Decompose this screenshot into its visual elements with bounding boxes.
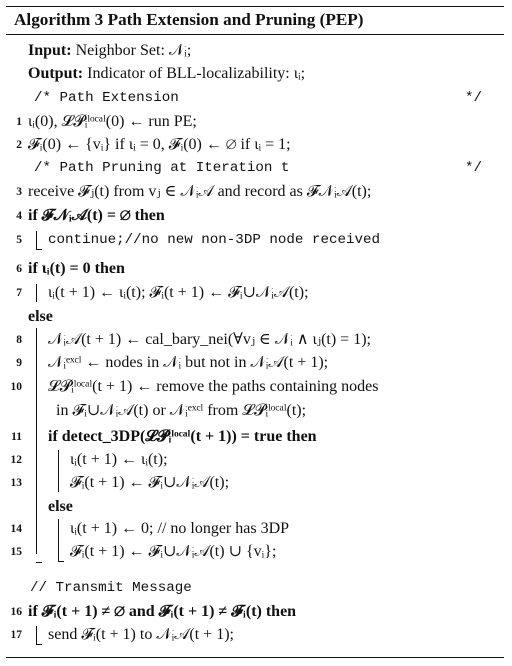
- algo-line-11: if detect_3DP(𝓛𝓟ᵢˡᵒᶜᵃˡ(t + 1)) = true th…: [48, 428, 317, 445]
- line-number: 3: [16, 186, 22, 198]
- algo-else-2: else: [48, 498, 73, 515]
- algo-line-12: ιᵢ(t + 1) ← ιᵢ(t);: [70, 451, 168, 468]
- output-label: Output:: [28, 65, 84, 82]
- output-text: Indicator of BLL-localizability: ιᵢ;: [87, 65, 306, 82]
- block-bar-end: [36, 562, 42, 563]
- block-bar-end: [36, 644, 42, 645]
- block-bar: [58, 450, 59, 492]
- line-number: 5: [16, 234, 22, 246]
- algo-line-9: 𝒩ᵢᵉˣᶜˡ ← nodes in 𝒩ᵢ but not in 𝒩ᵢ𝒜(t + …: [48, 354, 329, 371]
- block-bar: [36, 231, 37, 249]
- comment-close-2: */: [464, 160, 482, 176]
- line-number: 11: [11, 431, 22, 443]
- comment-transmit: // Transmit Message: [30, 580, 192, 596]
- algo-line-15: 𝓕ᵢ(t + 1) ← 𝓕ᵢ∪𝒩ᵢ𝒜(t) ∪ {vᵢ};: [70, 543, 277, 560]
- line-number: 7: [16, 287, 22, 299]
- line-number: 2: [16, 139, 22, 151]
- line-number: 10: [10, 381, 23, 393]
- algo-line-4: if 𝓕𝒩ᵢ𝒜(t) = ∅ then: [28, 207, 165, 224]
- comment-path-pruning: /* Path Pruning at Iteration t: [34, 160, 290, 176]
- input-text: Neighbor Set: 𝒩ᵢ;: [75, 42, 192, 59]
- block-bar-end: [36, 249, 42, 250]
- line-number: 4: [16, 210, 22, 222]
- algo-line-17: send 𝓕ᵢ(t + 1) to 𝒩ᵢ𝒜(t + 1);: [48, 626, 234, 643]
- input-label: Input:: [28, 42, 72, 59]
- line-number: 13: [10, 477, 23, 489]
- line-number: 1: [16, 116, 22, 128]
- algo-line-10-cont: in 𝓕ᵢ∪𝒩ᵢ𝒜(t) or 𝒩ᵢᵉˣᶜˡ from 𝓛𝓟ᵢˡᵒᶜᵃˡ(t);: [56, 402, 307, 419]
- line-number: 17: [10, 629, 23, 641]
- block-bar: [36, 284, 37, 302]
- line-number: 14: [10, 523, 23, 535]
- output-line: Output: Indicator of BLL-localizability:…: [28, 63, 305, 85]
- input-line: Input: Neighbor Set: 𝒩ᵢ;: [28, 40, 191, 62]
- comment-path-extension: /* Path Extension: [34, 90, 179, 106]
- block-bar: [58, 519, 59, 561]
- line-number: 12: [10, 454, 23, 466]
- algo-line-13: 𝓕ᵢ(t + 1) ← 𝓕ᵢ∪𝒩ᵢ𝒜(t);: [70, 474, 230, 491]
- algo-line-2: 𝓕ᵢ(0) ← {vᵢ} if ιᵢ = 0, 𝓕ᵢ(0) ← ∅ if ιᵢ …: [28, 136, 291, 153]
- algo-line-14: ιᵢ(t + 1) ← 0; // no longer has 3DP: [70, 520, 290, 537]
- algo-line-7: ιᵢ(t + 1) ← ιᵢ(t); 𝓕ᵢ(t + 1) ← 𝓕ᵢ∪𝒩ᵢ𝒜(t)…: [48, 284, 309, 301]
- line-number: 9: [16, 357, 22, 369]
- algo-line-8: 𝒩ᵢ𝒜(t + 1) ← cal_bary_nei(∀vⱼ ∈ 𝒩ᵢ ∧ ιⱼ(…: [48, 331, 371, 348]
- block-bar: [36, 626, 37, 644]
- algo-line-10: 𝓛𝓟ᵢˡᵒᶜᵃˡ(t + 1) ← remove the paths conta…: [48, 378, 379, 395]
- block-bar-end: [58, 561, 64, 562]
- comment-close-1: */: [464, 90, 482, 106]
- algorithm-title: Algorithm 3 Path Extension and Pruning (…: [14, 10, 364, 29]
- algo-line-6: if ιᵢ(t) = 0 then: [28, 260, 125, 277]
- algo-line-5: continue;//no new non-3DP node received: [48, 232, 381, 248]
- algo-else-1: else: [28, 308, 53, 325]
- line-number: 16: [10, 606, 23, 618]
- line-number: 15: [10, 546, 23, 558]
- line-number: 8: [16, 334, 22, 346]
- algo-line-16: if 𝓕ᵢ(t + 1) ≠ ∅ and 𝓕ᵢ(t + 1) ≠ 𝓕ᵢ(t) t…: [28, 603, 297, 620]
- algo-line-1: ιᵢ(0), 𝓛𝓟ᵢˡᵒᶜᵃˡ(0) ← run PE;: [28, 113, 197, 130]
- block-bar: [36, 328, 37, 554]
- title-rule: [6, 34, 504, 35]
- line-number: 6: [16, 263, 22, 275]
- algo-line-3: receive 𝓕ⱼ(t) from vⱼ ∈ 𝒩ᵢ𝒜 and record a…: [28, 183, 372, 200]
